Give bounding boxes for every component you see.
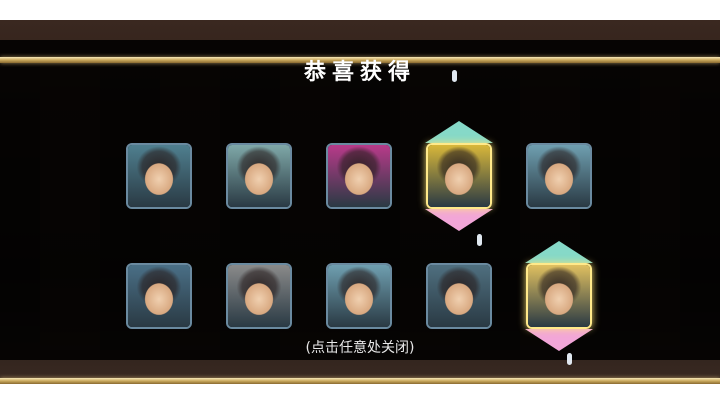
blonde-girl-portrait (528, 265, 590, 327)
twin-bun-girl-portrait (328, 145, 390, 207)
bald-monk-portrait-2 (328, 265, 390, 327)
reward-card[interactable] (426, 263, 492, 329)
reward-card[interactable] (226, 263, 292, 329)
silver-haired-elder-portrait (228, 145, 290, 207)
hooded-figure-portrait (228, 265, 290, 327)
rare-glow-bottom (525, 329, 593, 351)
rare-glow-top (425, 121, 493, 143)
dialog-title: 恭喜获得 (303, 60, 416, 85)
rare-glow-top (525, 241, 593, 263)
grey-haired-swordsman-portrait (428, 145, 490, 207)
rare-glow-bottom (425, 209, 493, 231)
long-haired-warrior-portrait (428, 265, 490, 327)
reward-card[interactable] (526, 263, 592, 329)
dialog-bottom-border (0, 378, 720, 384)
reward-card[interactable] (526, 143, 592, 209)
reward-card[interactable] (126, 143, 192, 209)
sparkle-effect (452, 70, 457, 82)
reward-card[interactable] (226, 143, 292, 209)
bearded-warrior-portrait (128, 145, 190, 207)
reward-card[interactable] (126, 263, 192, 329)
bald-monk-portrait (528, 145, 590, 207)
sparkle-effect (567, 353, 572, 365)
close-hint[interactable]: (点击任意处关闭) (0, 337, 720, 357)
reward-card[interactable] (426, 143, 492, 209)
reward-card[interactable] (326, 143, 392, 209)
sparkle-effect (477, 234, 482, 246)
reward-card[interactable] (326, 263, 392, 329)
dark-haired-woman-portrait (128, 265, 190, 327)
